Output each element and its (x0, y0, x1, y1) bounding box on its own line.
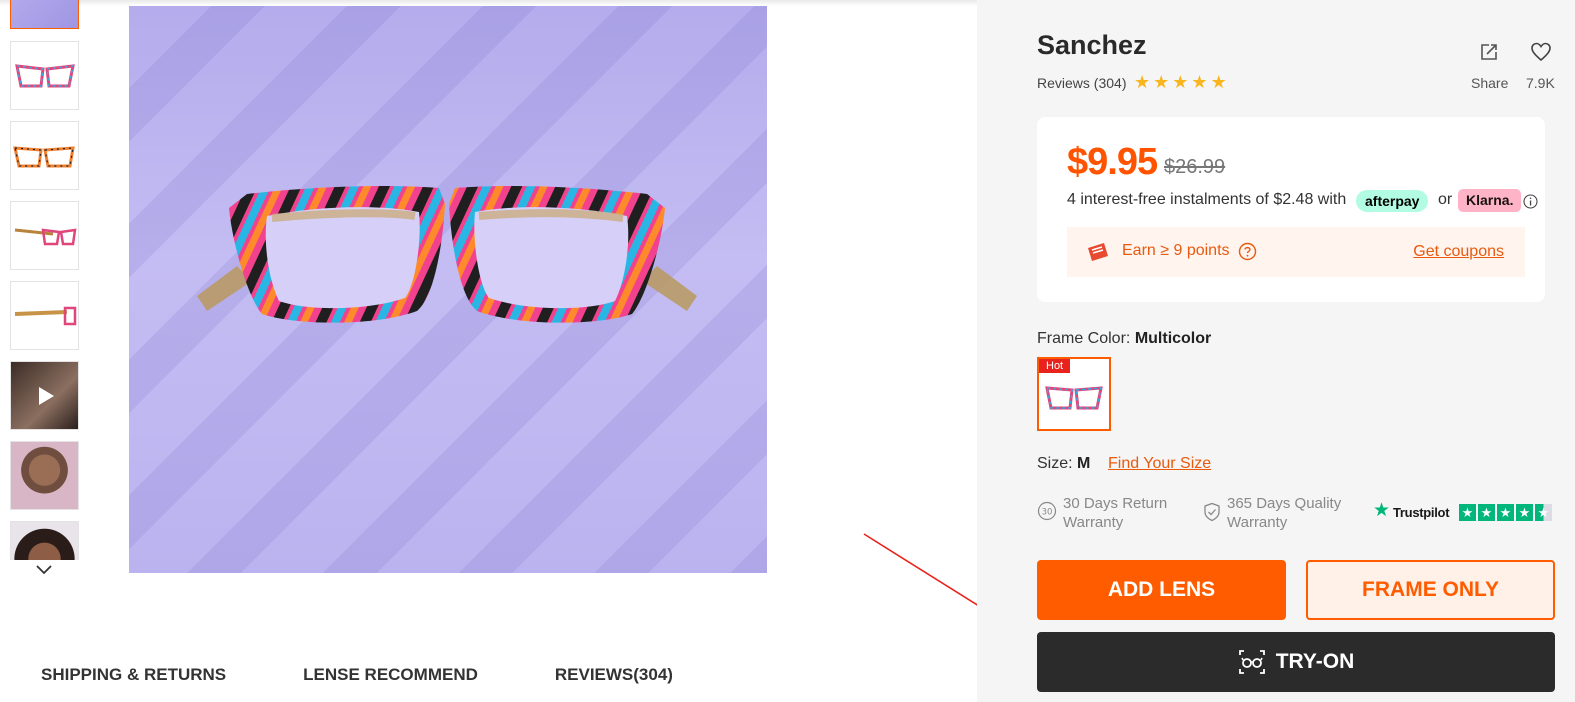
tab-reviews[interactable]: REVIEWS(304) (555, 665, 673, 685)
model-thumbnail[interactable] (10, 521, 79, 560)
help-icon[interactable] (1238, 242, 1257, 261)
afterpay-badge[interactable]: afterpay (1356, 190, 1429, 212)
rating-stars: ★ ★ ★ ★ ★ (1134, 72, 1227, 92)
try-on-glasses-icon (1238, 650, 1265, 674)
frame-color-row: Frame Color: Multicolor (1037, 330, 1211, 348)
get-coupons-link[interactable]: Get coupons (1413, 243, 1504, 261)
thumbnail-list[interactable] (10, 0, 80, 560)
model-thumbnail[interactable] (10, 441, 79, 510)
svg-text:30: 30 (1042, 508, 1053, 518)
trustpilot-star: ★ (1459, 504, 1476, 521)
price-card: $9.95 $26.99 4 interest-free instalments… (1037, 117, 1545, 302)
star-icon: ★ (1134, 72, 1151, 92)
trustpilot-star-half: ★ (1535, 504, 1552, 521)
product-info-panel: Sanchez Reviews (304) ★ ★ ★ ★ ★ Share 7.… (977, 0, 1575, 702)
main-product-image[interactable] (129, 6, 767, 573)
trustpilot-star: ★ (1516, 504, 1533, 521)
star-icon: ★ (1172, 72, 1189, 92)
tab-lense-recommend[interactable]: LENSE RECOMMEND (303, 665, 478, 685)
thumbnail-item[interactable] (10, 41, 79, 110)
return-warranty-text: 30 Days Return Warranty (1063, 495, 1168, 531)
original-price: $26.99 (1164, 156, 1226, 178)
find-your-size-link[interactable]: Find Your Size (1108, 455, 1211, 473)
product-title: Sanchez (1037, 30, 1147, 60)
favorites-count: 7.9K (1526, 75, 1555, 91)
frame-color-value: Multicolor (1134, 330, 1212, 347)
shield-icon (1204, 502, 1220, 522)
trustpilot-star-icon: ★ (1373, 500, 1391, 521)
points-box: Earn ≥ 9 points Get coupons (1067, 227, 1525, 277)
share-icon[interactable] (1477, 40, 1501, 64)
size-value: M (1077, 455, 1091, 472)
glasses-angle-thumbnail (12, 145, 75, 167)
glasses-temple-thumbnail (14, 306, 76, 325)
return-30-days-icon: 30 (1037, 501, 1057, 521)
glasses-illustration (197, 186, 697, 323)
star-icon: ★ (1191, 72, 1208, 92)
quality-warranty-text: 365 Days Quality Warranty (1227, 495, 1342, 531)
trustpilot-star: ★ (1497, 504, 1514, 521)
frame-only-button[interactable]: FRAME ONLY (1306, 560, 1555, 620)
star-icon: ★ (1153, 72, 1170, 92)
coupon-icon (1088, 243, 1108, 261)
star-icon: ★ (1210, 72, 1227, 92)
color-swatch-multicolor[interactable]: Hot (1037, 357, 1111, 431)
share-label[interactable]: Share (1471, 75, 1508, 91)
trustpilot-label[interactable]: Trustpilot (1393, 505, 1450, 520)
glasses-swatch-image (1045, 386, 1103, 410)
glasses-front-thumbnail (14, 63, 75, 87)
thumbnail-item[interactable] (10, 121, 79, 190)
info-icon[interactable] (1523, 194, 1538, 209)
points-text: Earn ≥ 9 points (1122, 242, 1230, 259)
trustpilot-rating: ★ ★ ★ ★ ★ (1459, 504, 1552, 521)
try-on-label: TRY-ON (1275, 650, 1355, 673)
tab-shipping-returns[interactable]: SHIPPING & RETURNS (41, 665, 226, 685)
or-label: or (1438, 191, 1453, 208)
frame-color-label: Frame Color: (1037, 330, 1131, 347)
reviews-link[interactable]: Reviews (304) (1037, 75, 1126, 91)
thumbnail-item[interactable] (10, 281, 79, 350)
klarna-badge[interactable]: Klarna. (1458, 189, 1522, 212)
thumbnail-item[interactable] (10, 201, 79, 270)
instalment-text: 4 interest-free instalments of $2.48 wit… (1067, 191, 1347, 208)
thumbnail-item[interactable] (10, 0, 79, 29)
hot-badge: Hot (1039, 359, 1071, 373)
play-icon (38, 386, 54, 405)
size-row: Size: M (1037, 455, 1090, 473)
trustpilot-star: ★ (1478, 504, 1495, 521)
current-price: $9.95 (1067, 141, 1158, 183)
glasses-side-thumbnail (14, 228, 76, 245)
video-thumbnail[interactable] (10, 361, 79, 430)
heart-icon[interactable] (1529, 40, 1553, 64)
size-label: Size: (1037, 455, 1073, 472)
try-on-button[interactable]: TRY-ON (1037, 632, 1555, 692)
chevron-down-icon[interactable] (34, 563, 54, 577)
product-tabs: SHIPPING & RETURNS LENSE RECOMMEND REVIE… (41, 665, 750, 685)
add-lens-button[interactable]: ADD LENS (1037, 560, 1286, 620)
